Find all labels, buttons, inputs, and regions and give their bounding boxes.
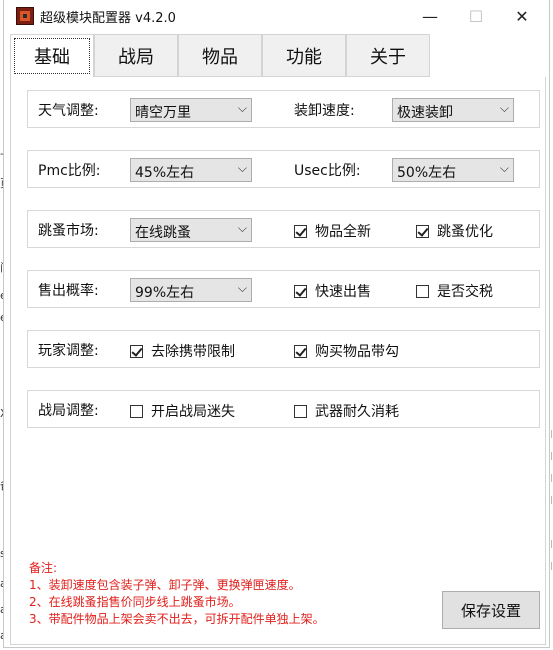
loading-speed-select[interactable]: 极速装卸 ⌵ — [392, 98, 514, 122]
checkbox-checked-icon — [294, 284, 307, 298]
flea-market-label: 跳蚤市场: — [38, 223, 99, 239]
weather-value: 晴空万里 — [135, 105, 191, 121]
tab-panel-basic: 天气调整: 晴空万里 ⌵ 装卸速度: 极速装卸 ⌵ Pmc比例: 45%左右 ⌵… — [10, 77, 546, 645]
checkbox-unchecked-icon — [294, 404, 307, 418]
fast-sell-label: 快速出售 — [315, 284, 371, 300]
tab-label: 战局 — [118, 46, 154, 68]
player-group: 玩家调整: 去除携带限制 购买物品带勾 — [27, 330, 540, 368]
note-line: 2、在线跳蚤指售价同步线上跳蚤市场。 — [29, 595, 241, 609]
weather-label: 天气调整: — [38, 103, 99, 119]
title-bar[interactable]: 超级模块配置器 v4.2.0 — ☐ ✕ — [4, 0, 549, 32]
chevron-down-icon: ⌵ — [237, 281, 247, 295]
bought-items-fir-label: 购买物品带勾 — [315, 344, 399, 360]
weather-group: 天气调整: 晴空万里 ⌵ 装卸速度: 极速装卸 ⌵ — [27, 90, 540, 128]
tab-label: 关于 — [370, 46, 406, 68]
weapon-durability-checkbox[interactable]: 武器耐久消耗 — [294, 401, 399, 421]
tab-basic[interactable]: 基础 — [10, 34, 94, 78]
chevron-down-icon: ⌵ — [237, 221, 247, 235]
window-title: 超级模块配置器 v4.2.0 — [40, 11, 176, 26]
flea-optimize-label: 跳蚤优化 — [437, 224, 493, 240]
flea-market-value: 在线跳蚤 — [135, 225, 191, 241]
raid-label: 战局调整: — [38, 403, 99, 419]
weapon-durability-label: 武器耐久消耗 — [315, 404, 399, 420]
checkbox-checked-icon — [294, 224, 307, 238]
notes-block: 备注: 1、装卸速度包含装子弹、卸子弹、更换弹匣速度。 2、在线跳蚤指售价同步线… — [29, 560, 325, 628]
remove-carry-limit-checkbox[interactable]: 去除携带限制 — [130, 341, 235, 361]
raid-lost-checkbox[interactable]: 开启战局迷失 — [130, 401, 235, 421]
tab-functions[interactable]: 功能 — [262, 34, 346, 77]
checkbox-checked-icon — [294, 344, 307, 358]
note-line: 3、带配件物品上架会卖不出去，可拆开配件单独上架。 — [29, 612, 325, 626]
tab-label: 物品 — [202, 46, 238, 68]
sell-chance-value: 99%左右 — [135, 285, 195, 301]
weather-select[interactable]: 晴空万里 ⌵ — [130, 98, 252, 122]
sell-chance-group: 售出概率: 99%左右 ⌵ 快速出售 是否交税 — [27, 270, 540, 308]
maximize-button[interactable]: ☐ — [453, 0, 499, 32]
bought-items-fir-checkbox[interactable]: 购买物品带勾 — [294, 341, 399, 361]
loading-speed-value: 极速装卸 — [397, 105, 453, 121]
item-new-label: 物品全新 — [315, 224, 371, 240]
focus-rect — [14, 38, 90, 74]
sell-chance-select[interactable]: 99%左右 ⌵ — [130, 278, 252, 302]
fast-sell-checkbox[interactable]: 快速出售 — [294, 281, 371, 301]
checkbox-checked-icon — [416, 224, 429, 238]
raid-lost-label: 开启战局迷失 — [151, 404, 235, 420]
flea-optimize-checkbox[interactable]: 跳蚤优化 — [416, 221, 493, 241]
usec-ratio-label: Usec比例: — [294, 163, 361, 179]
chevron-down-icon: ⌵ — [237, 161, 247, 175]
raid-group: 战局调整: 开启战局迷失 武器耐久消耗 — [27, 390, 540, 428]
tab-label: 功能 — [286, 46, 322, 68]
sell-chance-label: 售出概率: — [38, 283, 99, 299]
usec-ratio-select[interactable]: 50%左右 ⌵ — [392, 158, 514, 182]
loading-speed-label: 装卸速度: — [294, 103, 355, 119]
flea-market-select[interactable]: 在线跳蚤 ⌵ — [130, 218, 252, 242]
flea-market-group: 跳蚤市场: 在线跳蚤 ⌵ 物品全新 跳蚤优化 — [27, 210, 540, 248]
pay-tax-label: 是否交税 — [437, 284, 493, 300]
chevron-down-icon: ⌵ — [499, 161, 509, 175]
notes-title: 备注: — [29, 561, 58, 575]
close-button[interactable]: ✕ — [499, 0, 545, 32]
minimize-button[interactable]: — — [407, 0, 453, 32]
config-window: 超级模块配置器 v4.2.0 — ☐ ✕ 基础 战局 物品 功能 关于 天气调整… — [3, 0, 550, 648]
pay-tax-checkbox[interactable]: 是否交税 — [416, 281, 493, 301]
tab-bar: 基础 战局 物品 功能 关于 — [10, 34, 430, 78]
tab-items[interactable]: 物品 — [178, 34, 262, 77]
checkbox-unchecked-icon — [416, 284, 429, 298]
chevron-down-icon: ⌵ — [499, 101, 509, 115]
usec-ratio-value: 50%左右 — [397, 165, 457, 181]
tab-raid[interactable]: 战局 — [94, 34, 178, 77]
app-icon — [16, 7, 34, 25]
note-line: 1、装卸速度包含装子弹、卸子弹、更换弹匣速度。 — [29, 578, 301, 592]
pmc-ratio-label: Pmc比例: — [38, 163, 101, 179]
checkbox-checked-icon — [130, 344, 143, 358]
checkbox-unchecked-icon — [130, 404, 143, 418]
save-settings-button[interactable]: 保存设置 — [442, 591, 540, 629]
faction-ratio-group: Pmc比例: 45%左右 ⌵ Usec比例: 50%左右 ⌵ — [27, 150, 540, 188]
chevron-down-icon: ⌵ — [237, 101, 247, 115]
remove-carry-limit-label: 去除携带限制 — [151, 344, 235, 360]
item-new-checkbox[interactable]: 物品全新 — [294, 221, 371, 241]
pmc-ratio-value: 45%左右 — [135, 165, 195, 181]
player-label: 玩家调整: — [38, 343, 99, 359]
tab-about[interactable]: 关于 — [346, 34, 430, 77]
pmc-ratio-select[interactable]: 45%左右 ⌵ — [130, 158, 252, 182]
